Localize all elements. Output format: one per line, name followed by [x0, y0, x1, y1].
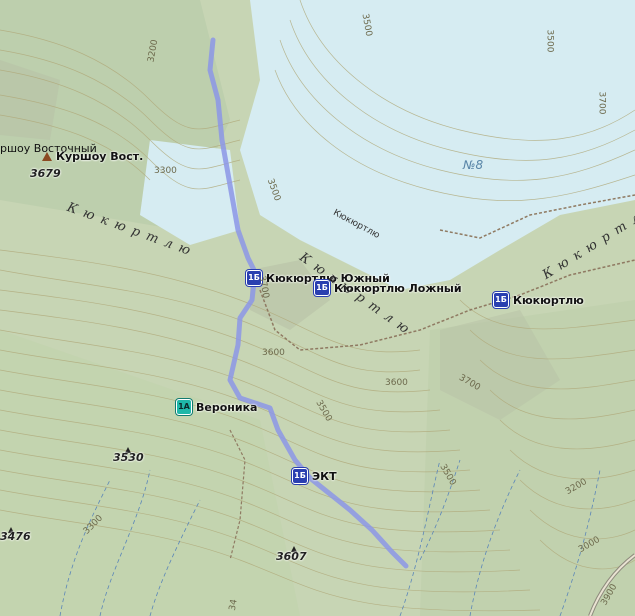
- peak-name: Куршоу Вост.: [56, 150, 144, 163]
- pass-name: ЭКТ: [312, 469, 337, 483]
- pass-marker[interactable]: 1Б Кюкюртлю: [493, 292, 584, 308]
- glacier-label: №8: [463, 158, 484, 172]
- peak-elevation: 3530: [113, 451, 144, 464]
- topographic-map[interactable]: ршоу Восточный Куршоу Вост. 3679 3530 36…: [0, 0, 635, 616]
- pass-marker[interactable]: 1Б ЭКТ: [292, 468, 337, 484]
- contour-label: 3700: [596, 91, 607, 115]
- pass-category-badge: 1Б: [493, 292, 509, 308]
- contour-label: 3500: [544, 29, 555, 53]
- contour-label: 34: [227, 598, 240, 612]
- contour-label: 3600: [262, 348, 285, 358]
- contour-label: 3600: [385, 378, 408, 388]
- peak-elevation: 3476: [0, 530, 31, 543]
- pass-name: Кюкюртлю: [513, 293, 584, 307]
- peak-triangle-icon: [42, 152, 52, 161]
- peak-elevation: 3679: [30, 167, 61, 180]
- pass-marker[interactable]: 1А Вероника: [176, 399, 257, 415]
- peak-marker[interactable]: Куршоу Вост.: [42, 150, 143, 163]
- pass-category-badge: 1А: [176, 399, 192, 415]
- peak-elevation: 3607: [276, 550, 307, 563]
- contour-label: 3300: [154, 166, 177, 176]
- pass-category-badge: 1Б: [292, 468, 308, 484]
- pass-name: Вероника: [196, 400, 258, 414]
